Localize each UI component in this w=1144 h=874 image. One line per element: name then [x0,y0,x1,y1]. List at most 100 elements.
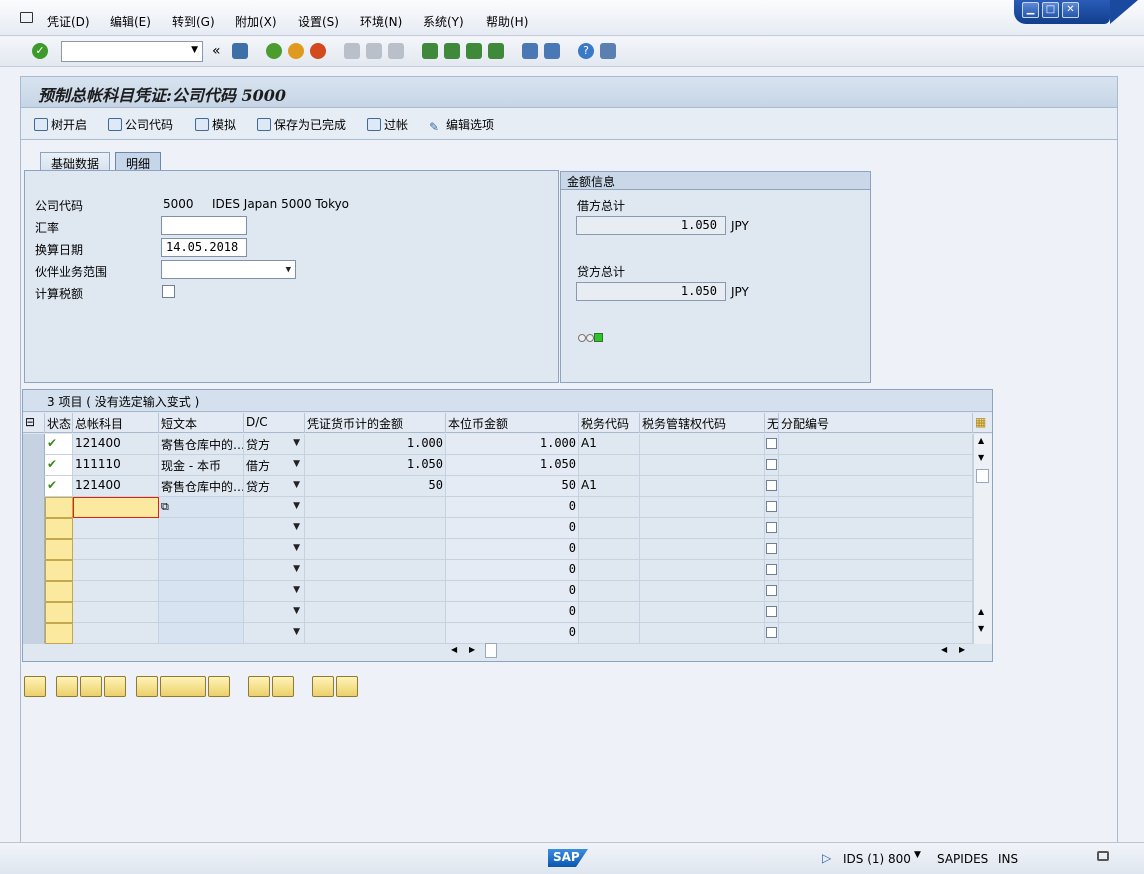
column-header-tax-jurisdiction[interactable]: 税务管辖权代码 [640,413,765,433]
column-header-dc[interactable]: D/C [244,413,305,433]
doc-amount-cell[interactable] [305,623,446,644]
no-tax-cell[interactable] [765,581,779,602]
command-field[interactable]: ▼ [61,41,203,62]
doc-amount-cell[interactable] [305,518,446,539]
previous-page-icon[interactable] [444,43,460,59]
partner-business-area-select[interactable]: ▼ [161,260,296,279]
debit-credit-cell[interactable]: ▼ [244,623,305,644]
back-icon[interactable] [266,43,282,59]
edit-options-button[interactable]: ✎ 编辑选项 [429,116,494,134]
tax-jurisdiction-cell[interactable] [640,539,765,560]
tax-code-cell[interactable]: A1 [579,434,640,455]
scroll-up-icon[interactable]: ▲ [978,607,984,616]
column-header-short-text[interactable]: 短文本 [159,413,244,433]
debit-credit-cell[interactable]: ▼ [244,560,305,581]
row-selector[interactable] [23,455,45,476]
debit-credit-cell[interactable]: 贷方 ▼ [244,434,305,455]
chevron-down-icon[interactable]: ▼ [293,606,300,616]
short-text-cell[interactable] [159,623,244,644]
delete-row-button[interactable] [208,676,230,697]
scroll-up-icon[interactable]: ▲ [978,436,984,445]
tab-details[interactable]: 明细 [115,152,162,171]
tax-jurisdiction-cell[interactable] [640,560,765,581]
chevron-down-icon[interactable]: ▼ [293,564,300,574]
no-tax-cell[interactable] [765,518,779,539]
gl-account-cell[interactable]: 121400 [73,434,159,455]
debit-credit-cell[interactable]: 借方 ▼ [244,455,305,476]
no-tax-cell[interactable] [765,560,779,581]
assignment-cell[interactable] [779,476,973,497]
insert-multiple-rows-button[interactable] [160,676,206,697]
scroll-down-icon[interactable]: ▼ [978,453,984,462]
chevron-down-icon[interactable]: ▼ [293,438,300,448]
collapse-icon[interactable]: « [212,43,221,59]
column-header-local-amount[interactable]: 本位币金额 [446,413,579,433]
no-tax-checkbox[interactable] [766,522,777,533]
gl-account-cell[interactable] [73,602,159,623]
debit-credit-cell[interactable]: ▼ [244,497,305,518]
no-tax-checkbox[interactable] [766,438,777,449]
row-selector[interactable] [23,434,45,455]
no-tax-cell[interactable] [765,623,779,644]
menu-help[interactable]: 帮助(H) [486,13,528,30]
tax-jurisdiction-cell[interactable] [640,623,765,644]
tax-code-cell[interactable] [579,455,640,476]
last-page-icon[interactable] [488,43,504,59]
gl-account-cell[interactable] [73,497,159,518]
chevron-down-icon[interactable]: ▼ [191,45,198,55]
assignment-cell[interactable] [779,434,973,455]
chevron-down-icon[interactable]: ▼ [293,522,300,532]
no-tax-cell[interactable] [765,434,779,455]
save-icon[interactable] [232,43,248,59]
debit-credit-cell[interactable]: ▼ [244,539,305,560]
minimize-icon[interactable]: ▁ [1022,2,1039,18]
details-button[interactable] [24,676,46,697]
debit-credit-cell[interactable]: ▼ [244,581,305,602]
tax-jurisdiction-cell[interactable] [640,602,765,623]
scroll-left-icon[interactable]: ◀ [451,645,457,654]
copy-row-button[interactable] [248,676,270,697]
gl-account-cell[interactable] [73,518,159,539]
tax-code-cell[interactable] [579,539,640,560]
copy-icon[interactable]: ⧉ [161,500,169,513]
no-tax-cell[interactable] [765,497,779,518]
scroll-down-icon[interactable]: ▼ [978,624,984,633]
column-header-gl-account[interactable]: 总帐科目 [73,413,159,433]
row-selector[interactable] [23,623,45,644]
tree-on-button[interactable]: 树开启 [34,116,87,133]
sort-ascending-button[interactable] [312,676,334,697]
debit-credit-cell[interactable]: ▼ [244,602,305,623]
simulate-button[interactable]: 模拟 [195,116,236,133]
no-tax-cell[interactable] [765,602,779,623]
assignment-cell[interactable] [779,602,973,623]
menu-settings[interactable]: 设置(S) [298,13,339,30]
row-selector[interactable] [23,602,45,623]
tax-jurisdiction-cell[interactable] [640,581,765,602]
assignment-cell[interactable] [779,497,973,518]
select-all-button[interactable] [56,676,78,697]
row-selector[interactable] [23,560,45,581]
column-header-doc-amount[interactable]: 凭证货币计的金额 [305,413,446,433]
deselect-all-button[interactable] [104,676,126,697]
scroll-thumb[interactable] [485,643,497,658]
tax-jurisdiction-cell[interactable] [640,434,765,455]
no-tax-checkbox[interactable] [766,564,777,575]
exchange-rate-input[interactable] [161,216,247,235]
short-text-cell[interactable] [159,602,244,623]
chevron-down-icon[interactable]: ▼ [293,543,300,553]
scroll-left-icon[interactable]: ◀ [941,645,947,654]
assignment-cell[interactable] [779,455,973,476]
post-button[interactable]: 过帐 [367,116,408,133]
assignment-cell[interactable] [779,560,973,581]
gl-account-cell[interactable] [73,581,159,602]
short-text-cell[interactable] [159,539,244,560]
translation-date-input[interactable]: 14.05.2018 [161,238,247,257]
exit-icon[interactable] [288,43,304,59]
gl-account-cell[interactable] [73,623,159,644]
find-next-icon[interactable] [388,43,404,59]
tax-jurisdiction-cell[interactable] [640,518,765,539]
doc-amount-cell[interactable] [305,539,446,560]
next-page-icon[interactable] [466,43,482,59]
gl-account-cell[interactable]: 121400 [73,476,159,497]
doc-amount-cell[interactable] [305,560,446,581]
